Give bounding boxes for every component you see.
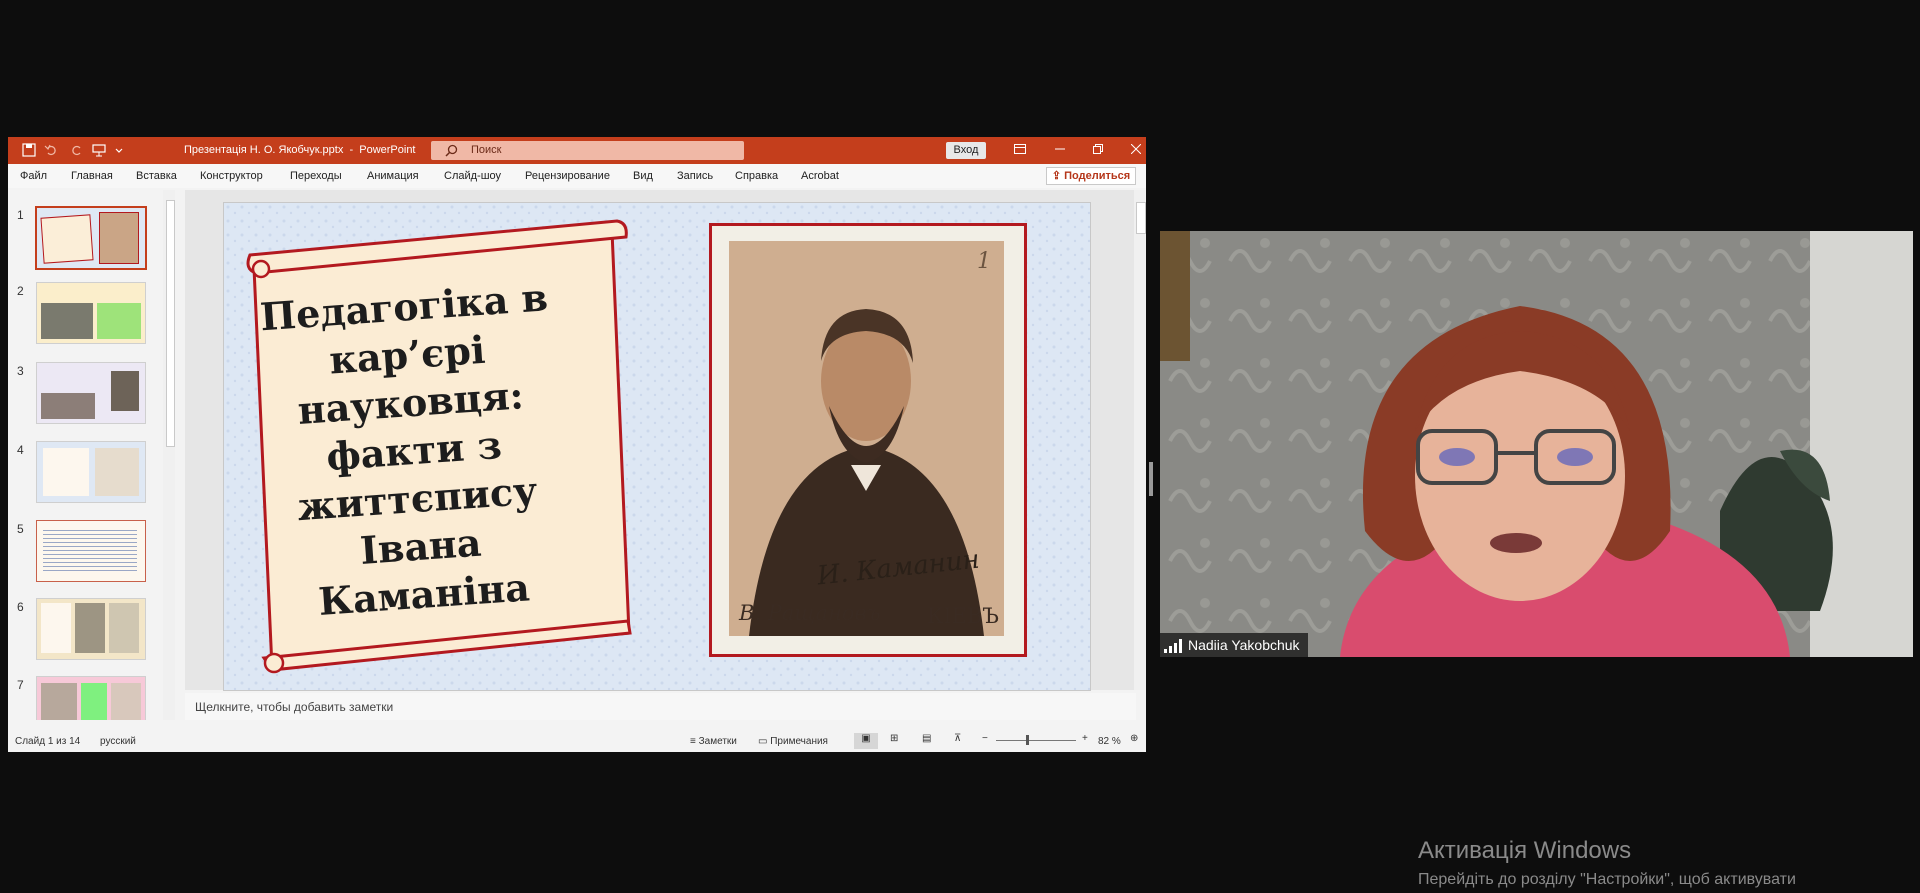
portrait-photo: 1 И. Каманин В. Ращановъ КIЕВЪ [729, 241, 1004, 636]
share-label: Поделиться [1064, 170, 1131, 182]
tab-slide-show[interactable]: Слайд-шоу [444, 170, 501, 182]
video-frame [1160, 231, 1913, 657]
slide-scrollbar[interactable] [1134, 190, 1146, 690]
save-icon[interactable] [22, 143, 36, 157]
participant-name: Nadiia Yakobchuk [1188, 637, 1300, 653]
title-bar: Презентація Н. О. Якобчук.pptx - PowerPo… [8, 137, 1146, 164]
thumbnail-number: 6 [17, 600, 24, 614]
thumbnail-number: 3 [17, 364, 24, 378]
current-slide[interactable]: Педагогіка в кар’єрі науковця: факти з ж… [223, 202, 1091, 691]
powerpoint-window: Презентація Н. О. Якобчук.pptx - PowerPo… [8, 137, 1146, 752]
fit-to-window-icon[interactable]: ⊕ [1130, 733, 1138, 744]
undo-icon[interactable] [44, 143, 58, 157]
ribbon-display-options-icon[interactable] [1010, 141, 1030, 159]
sign-in-button[interactable]: Вход [946, 142, 986, 159]
notes-button-label: Заметки [698, 736, 737, 747]
photo-number: 1 [977, 249, 991, 274]
ribbon-tabs: Файл Главная Вставка Конструктор Переход… [8, 164, 1146, 188]
thumbnail-number: 4 [17, 443, 24, 457]
customize-toolbar-icon[interactable] [112, 143, 126, 157]
tab-help[interactable]: Справка [735, 170, 778, 182]
photo-studio-name: В. Ращановъ [739, 601, 881, 625]
redo-icon[interactable] [70, 143, 84, 157]
thumbnail-scrollbar[interactable] [163, 190, 175, 720]
slide-counter: Слайд 1 из 14 [15, 736, 81, 747]
search-box[interactable]: Поиск [431, 141, 744, 160]
split-resize-handle[interactable] [1149, 462, 1153, 496]
present-icon[interactable] [92, 143, 106, 157]
slide-sorter-icon[interactable]: ⊞ [890, 733, 898, 744]
thumbnail-number: 7 [17, 678, 24, 692]
zoom-out-icon[interactable]: − [982, 733, 988, 744]
status-bar: Слайд 1 из 14 русский ≡ Заметки ▭ Примеч… [8, 730, 1146, 752]
activation-title: Активація Windows [1418, 837, 1632, 864]
slide-editor: Педагогіка в кар’єрі науковця: факти з ж… [185, 190, 1136, 691]
notes-placeholder: Щелкните, чтобы добавить заметки [195, 700, 394, 714]
tab-record[interactable]: Запись [677, 170, 713, 182]
slide-thumbnail[interactable] [36, 520, 146, 582]
document-title: Презентація Н. О. Якобчук.pptx - PowerPo… [184, 144, 416, 156]
share-button[interactable]: ⇪ Поделиться [1046, 167, 1136, 185]
tab-insert[interactable]: Вставка [136, 170, 177, 182]
tab-design[interactable]: Конструктор [200, 170, 263, 182]
tab-file[interactable]: Файл [20, 170, 47, 182]
windows-activation-watermark: Активація Windows Перейдіть до розділу "… [1418, 837, 1796, 889]
slide-thumbnail-pane: 1 2 3 4 5 6 7 [8, 190, 180, 720]
comments-button[interactable]: ▭ Примечания [758, 736, 828, 747]
search-placeholder: Поиск [471, 144, 502, 156]
slide-title[interactable]: Педагогіка в кар’єрі науковця: факти з ж… [253, 273, 576, 629]
tab-transitions[interactable]: Переходы [290, 170, 342, 182]
thumbnail-number: 2 [17, 284, 24, 298]
close-icon[interactable] [1126, 141, 1146, 159]
slide-thumbnail[interactable] [36, 441, 146, 503]
participant-name-tag: Nadiia Yakobchuk [1160, 633, 1308, 657]
activation-subtitle: Перейдіть до розділу "Настройки", щоб ак… [1418, 871, 1796, 888]
portrait-photo-frame[interactable]: 1 И. Каманин В. Ращановъ КIЕВЪ [709, 223, 1027, 657]
scroll-thumb[interactable] [1136, 202, 1146, 234]
slideshow-view-icon[interactable]: ⊼ [954, 733, 961, 744]
tab-acrobat[interactable]: Acrobat [801, 170, 839, 182]
slide-thumbnail[interactable] [36, 362, 146, 424]
participant-video[interactable]: Nadiia Yakobchuk [1160, 231, 1913, 657]
restore-icon[interactable] [1088, 141, 1108, 159]
reading-view-icon[interactable]: ▤ [922, 733, 931, 744]
tab-view[interactable]: Вид [633, 170, 653, 182]
zoom-in-icon[interactable]: + [1082, 733, 1088, 744]
slide-thumbnail[interactable] [36, 598, 146, 660]
zoom-slider[interactable] [996, 740, 1076, 741]
minimize-icon[interactable] [1050, 141, 1070, 159]
scroll-thumb[interactable] [166, 200, 175, 447]
normal-view-icon[interactable]: ▣ [854, 733, 878, 749]
connection-signal-icon [1164, 639, 1182, 654]
slide-thumbnail[interactable] [36, 282, 146, 344]
thumbnail-number: 1 [17, 208, 24, 222]
tab-home[interactable]: Главная [71, 170, 113, 182]
tab-review[interactable]: Рецензирование [525, 170, 610, 182]
tab-animations[interactable]: Анимация [367, 170, 419, 182]
notes-pane[interactable]: Щелкните, чтобы добавить заметки [185, 693, 1136, 720]
comment-icon: ▭ [758, 736, 771, 747]
notes-icon: ≡ [690, 736, 699, 747]
comments-button-label: Примечания [770, 736, 828, 747]
notes-button[interactable]: ≡ Заметки [690, 736, 737, 747]
language-indicator[interactable]: русский [100, 736, 136, 747]
zoom-slider-handle[interactable] [1026, 735, 1029, 745]
search-icon [445, 144, 458, 157]
photo-city: КIЕВЪ [927, 604, 999, 628]
slide-thumbnail[interactable] [36, 676, 146, 720]
thumbnail-number: 5 [17, 522, 24, 536]
slide-thumbnail[interactable] [35, 206, 147, 270]
share-icon: ⇪ [1051, 170, 1065, 182]
zoom-level[interactable]: 82 % [1098, 736, 1121, 747]
